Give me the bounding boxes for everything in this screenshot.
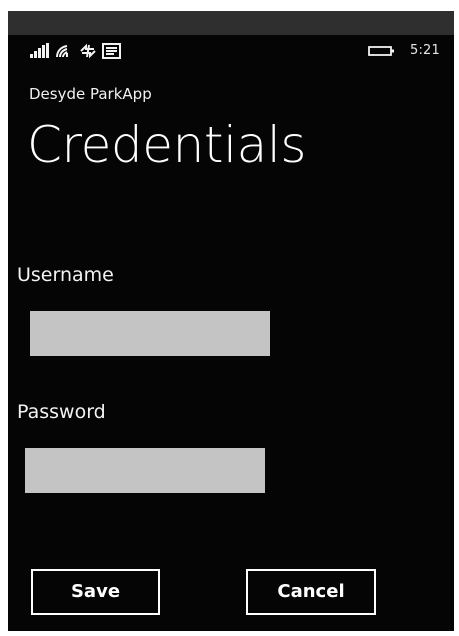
- username-label: Username: [17, 264, 114, 286]
- status-time: 5:21: [410, 43, 440, 58]
- save-button[interactable]: Save: [31, 569, 160, 615]
- top-strip: [8, 11, 454, 35]
- message-icon: [101, 42, 123, 60]
- battery-icon: [367, 42, 397, 60]
- username-input[interactable]: [30, 311, 270, 356]
- data-sync-icon: [77, 42, 99, 60]
- signal-bars-icon: [29, 42, 51, 60]
- page-title: Credentials: [27, 116, 306, 174]
- cancel-button[interactable]: Cancel: [246, 569, 376, 615]
- password-input[interactable]: [25, 448, 265, 493]
- password-label: Password: [17, 401, 106, 423]
- phone-screen: 5:21 Desyde ParkApp Credentials Username…: [8, 11, 454, 631]
- wifi-icon: [53, 42, 75, 60]
- status-bar: 5:21: [8, 35, 454, 71]
- app-name: Desyde ParkApp: [29, 85, 152, 103]
